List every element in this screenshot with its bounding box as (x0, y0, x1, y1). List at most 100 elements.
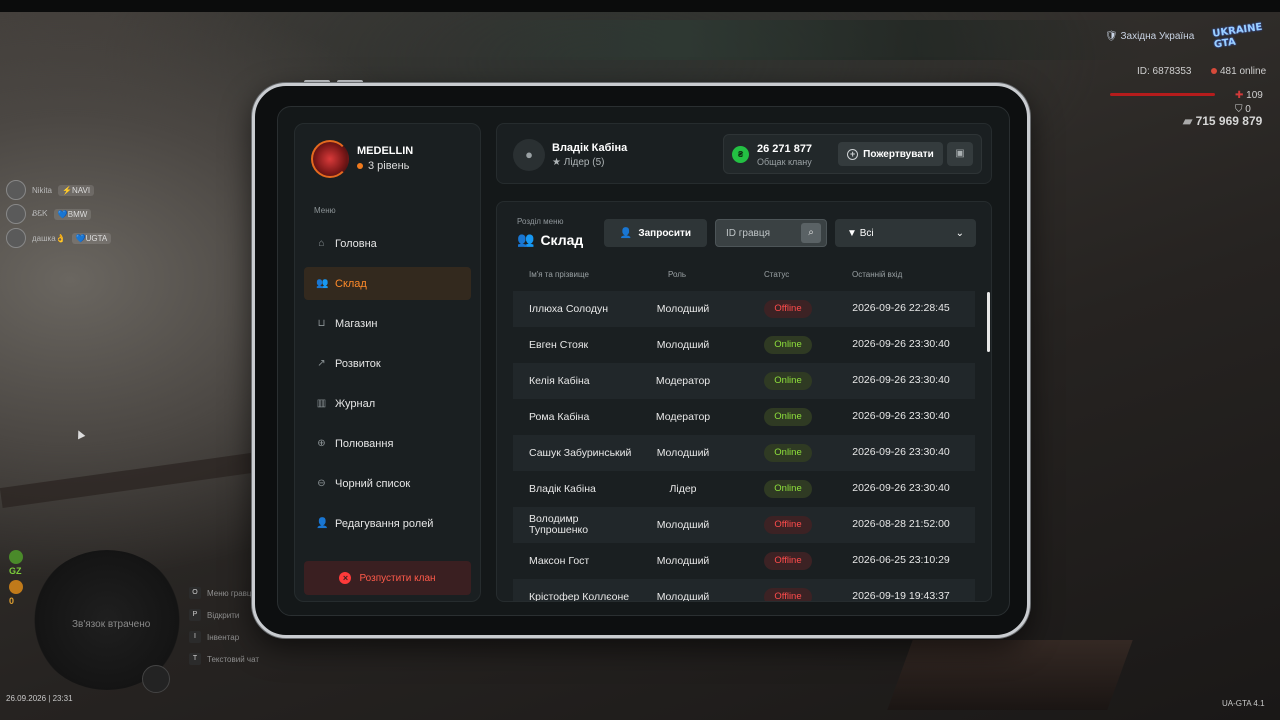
level-dot-icon (357, 163, 363, 169)
member-role: Модератор (655, 411, 711, 423)
sidebar-item-hunting[interactable]: ⊕ Полювання (304, 427, 471, 460)
mouse-cursor-icon (74, 428, 86, 440)
donate-button[interactable]: + Пожертвувати (838, 142, 943, 166)
avatar (6, 204, 26, 224)
background-chair (887, 640, 1133, 710)
table-row[interactable]: Володимр Тупрошенко Молодший Offline 2026-0… (513, 507, 975, 543)
donate-label: Пожертвувати (863, 148, 934, 160)
health-value: ✚ 109 (1235, 90, 1263, 101)
status-badge: Offline (764, 516, 812, 534)
menu-label: Меню (314, 206, 336, 215)
status-badge: Online (764, 372, 812, 390)
sidebar-item-warehouse[interactable]: 👥 Склад (304, 267, 471, 300)
online-count: 481 online (1211, 66, 1266, 77)
sidebar-item-label: Магазин (335, 317, 378, 330)
page-title-text: Склад (540, 231, 584, 248)
last-login: 2026-09-26 23:30:40 (852, 446, 950, 458)
version-label: UA-GTA 4.1 (1222, 699, 1265, 708)
key-cap: P (189, 609, 201, 621)
storage-box-icon[interactable]: ▣ (947, 142, 973, 166)
member-role: Молодший (656, 591, 710, 602)
key-cap: O (189, 587, 201, 599)
filter-icon: ▼ (847, 227, 860, 239)
members-table: Іллюха Солодун Молодший Offline 2026-09-26 … (513, 291, 975, 602)
sidebar-nav: ⌂ Головна 👥 Склад ⊔ Магазин ↗ Розвиток ▥ Журн… (304, 227, 471, 547)
users-icon: 👥 (517, 231, 535, 247)
clan-avatar (311, 140, 349, 178)
status-badge: Online (764, 408, 812, 426)
player-list: Nikita ⚡NAVI ᏰᏋᏦ 💙BMW дашка👌 💙UGTA (6, 178, 112, 250)
last-login: 2026-08-28 21:52:00 (852, 518, 950, 530)
user-name: Владік Кабіна (552, 142, 628, 154)
sidebar-item-development[interactable]: ↗ Розвиток (304, 347, 471, 380)
last-login: 2026-09-26 23:30:40 (852, 338, 950, 350)
clan-level-text: 3 рівень (368, 160, 410, 172)
dissolve-label: Розпустити клан (359, 572, 436, 584)
star-icon: ★ (552, 157, 564, 168)
status-badge: Offline (764, 300, 812, 318)
table-row[interactable]: Владік Кабіна Лідер Online 2026-09-26 23:30… (513, 471, 975, 507)
invite-button[interactable]: 👤 Запросити (604, 219, 707, 247)
sidebar-item-journal[interactable]: ▥ Журнал (304, 387, 471, 420)
player-id: ID: 6878353 (1137, 66, 1192, 77)
member-role: Молодший (656, 447, 710, 459)
key-cap: I (189, 631, 201, 643)
table-row[interactable]: Максон Гост Молодший Offline 2026-06-25 23:… (513, 543, 975, 579)
member-name: Максон Гост (529, 554, 590, 567)
keybind-row: P Відкрити (189, 604, 259, 626)
money-text: 715 969 879 (1195, 114, 1263, 128)
table-header: Ім'я та прізвище Роль Статус Останній вх… (513, 270, 975, 284)
member-name: Рома Кабіна (529, 410, 590, 423)
sidebar-item-label: Чорний список (335, 477, 411, 490)
table-row[interactable]: Іллюха Солодун Молодший Offline 2026-09-26 … (513, 291, 975, 327)
close-icon: × (339, 572, 352, 584)
user-edit-icon: 👤 (316, 518, 329, 529)
region-text: Західна Україна (1120, 31, 1195, 42)
sidebar-item-blacklist[interactable]: ⊖ Чорний список (304, 467, 471, 500)
sidebar-item-shop[interactable]: ⊔ Магазин (304, 307, 471, 340)
key-cap: T (189, 653, 201, 665)
member-role: Лідер (669, 483, 697, 495)
user-role: ★ Лідер (5) (552, 157, 605, 168)
coin-text: 0 (9, 596, 15, 606)
clan-sidebar: MEDELLIN 3 рівень Меню ⌂ Головна 👥 Склад ⊔… (294, 123, 481, 602)
bank-label: Общак клану (757, 157, 812, 167)
sidebar-item-edit-roles[interactable]: 👤 Редагування ролей (304, 507, 471, 540)
members-panel: Розділ меню 👥 Склад 👤 Запросити ⌕ ▼ Всі ⌄ І… (496, 201, 992, 602)
home-icon: ⌂ (318, 238, 325, 249)
add-user-icon: 👤 (619, 227, 633, 239)
table-row[interactable]: Сашук Забуринський Молодший Online 2026-09-… (513, 435, 975, 471)
player-name: Nikita (32, 185, 53, 195)
clan-bank: ₴ 26 271 877 Общак клану + Пожертвувати ▣ (723, 134, 982, 174)
coin-icon (9, 580, 23, 594)
tablet-frame: MEDELLIN 3 рівень Меню ⌂ Головна 👥 Склад ⊔… (252, 83, 1030, 638)
player-row: ᏰᏋᏦ 💙BMW (6, 202, 111, 226)
last-login: 2026-09-26 23:30:40 (852, 482, 950, 494)
column-header-name: Ім'я та прізвище (529, 270, 589, 279)
member-role: Модератор (655, 375, 711, 387)
background-baseboard (0, 452, 261, 508)
status-badge: Offline (764, 552, 812, 570)
table-row[interactable]: Келія Кабіна Модератор Online 2026-09-26 23… (513, 363, 975, 399)
sidebar-item-home[interactable]: ⌂ Головна (304, 227, 471, 260)
sidebar-item-label: Головна (335, 237, 377, 250)
last-login: 2026-09-26 23:30:40 (852, 374, 950, 386)
chart-icon: ↗ (317, 358, 326, 369)
dissolve-clan-button[interactable]: × Розпустити клан (304, 561, 471, 595)
gz-icon (9, 550, 23, 564)
minus-circle-icon: ⊖ (317, 478, 326, 489)
money-icon: ▰ (1183, 114, 1196, 128)
member-name: Володимр Тупрошенко (529, 513, 589, 536)
table-row[interactable]: Крістофер Коллєоне Молодший Offline 2026-09… (513, 579, 975, 602)
player-tag: 💙BMW (53, 208, 92, 220)
member-name: Крістофер Коллєоне (529, 590, 630, 602)
table-row[interactable]: Рома Кабіна Модератор Online 2026-09-26 23:… (513, 399, 975, 435)
background-bench (450, 20, 1150, 60)
scrollbar[interactable] (987, 292, 990, 352)
table-row[interactable]: Евген Стояк Молодший Online 2026-09-26 23:3… (513, 327, 975, 363)
search-icon[interactable]: ⌕ (801, 223, 821, 243)
member-name: Сашук Забуринський (529, 446, 632, 459)
member-role: Молодший (656, 339, 710, 351)
filter-value: Всі (859, 227, 874, 239)
status-filter-select[interactable]: ▼ Всі ⌄ (835, 219, 976, 247)
